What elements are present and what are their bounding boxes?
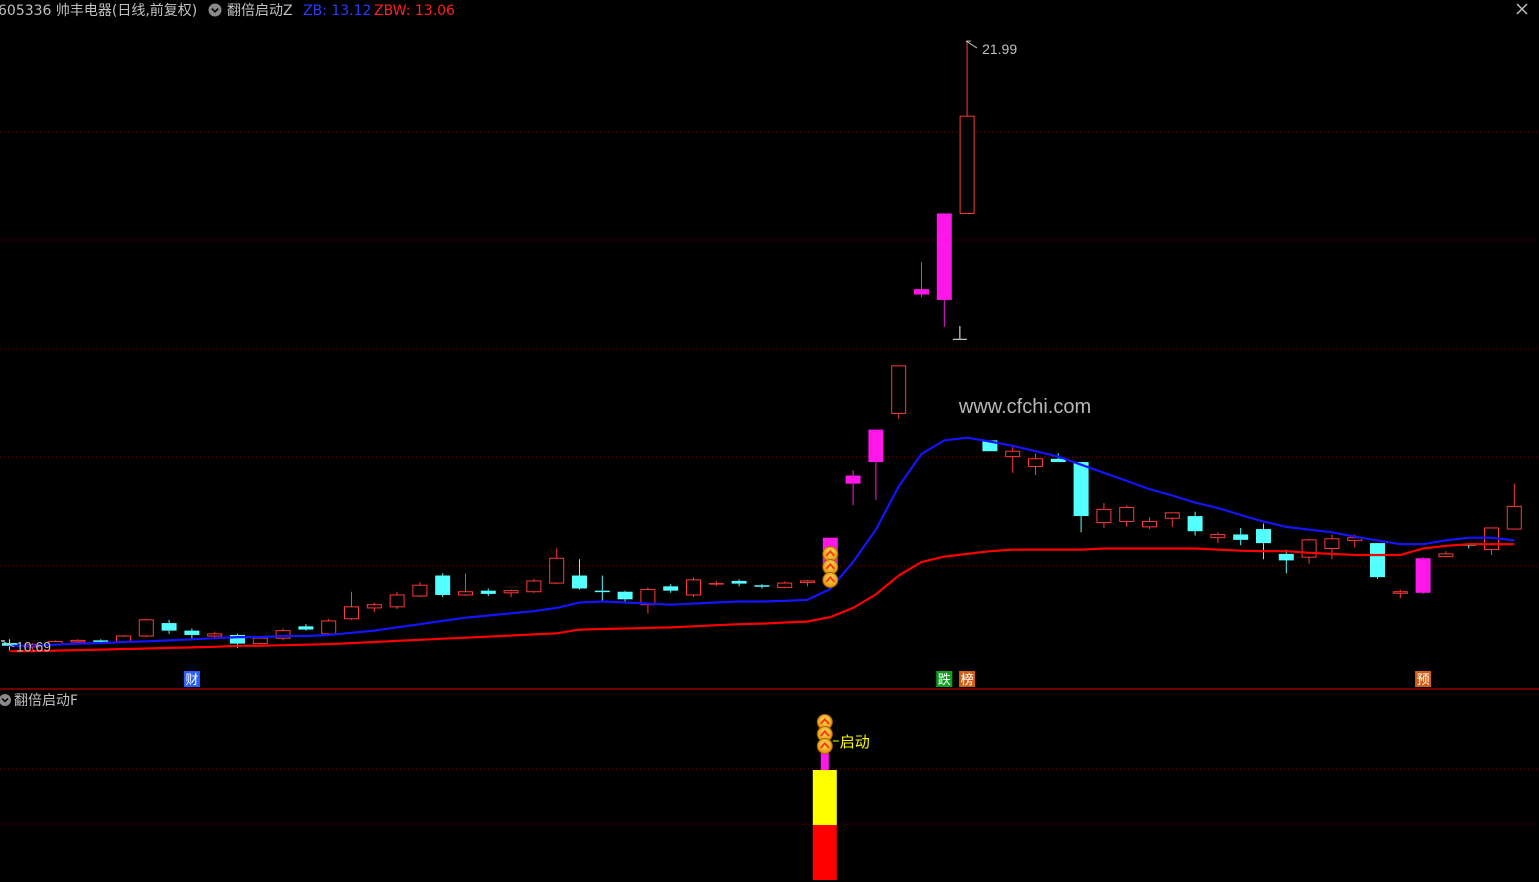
candle-body	[1415, 558, 1431, 593]
candle-body	[1142, 520, 1157, 528]
candle-body	[184, 630, 200, 635]
candle-body	[959, 115, 975, 214]
candle-body	[617, 591, 633, 600]
sub-settings-icon[interactable]	[0, 694, 11, 706]
candle-body	[1506, 505, 1522, 530]
stock-chart[interactable]: www.cfchi.com 财 跌榜 预 21.99 10.69 ⊥ 启动 605336…	[0, 0, 1539, 882]
indicator-name: 翻倍启动Z	[227, 3, 293, 19]
event-tag[interactable]: 榜	[961, 672, 974, 688]
svg-text:翻倍启动Z: 翻倍启动Z	[227, 3, 293, 19]
candle-body	[1301, 539, 1317, 558]
candle-body	[800, 580, 815, 583]
candle-body	[549, 557, 565, 584]
candle-body	[93, 640, 109, 642]
svg-text:ZBW: 13.06: ZBW: 13.06	[374, 3, 455, 19]
indicator-panel-bars: 启动	[812, 714, 870, 880]
candle-body	[138, 619, 154, 637]
candle-body	[207, 633, 223, 637]
indicator-panel-grid	[0, 768, 1539, 825]
candle-body	[1210, 533, 1226, 539]
buy-signal-coins	[822, 546, 839, 588]
candlestick-series	[2, 41, 1522, 652]
candle-body	[458, 591, 473, 596]
candle-body	[298, 626, 314, 630]
coin-icon	[816, 738, 833, 754]
sub-indicator-name: 翻倍启动F	[14, 693, 78, 709]
candle-body	[845, 475, 861, 484]
candle-body	[663, 586, 679, 591]
candle-body	[914, 289, 929, 295]
candle-body	[1164, 512, 1180, 519]
event-tag[interactable]: 财	[185, 673, 198, 688]
coin-face	[816, 738, 833, 754]
candle-body	[777, 582, 793, 588]
signal-label: 启动	[840, 733, 870, 751]
candle-body	[594, 590, 610, 593]
signal-bar-yellow	[812, 770, 837, 825]
cross-marker: ⊥	[951, 321, 968, 345]
coin-face	[822, 572, 839, 588]
zbw-value: ZBW: 13.06	[374, 3, 455, 19]
low-label: 10.69	[16, 639, 51, 655]
candle-body	[1438, 553, 1454, 558]
candle-body	[1028, 458, 1043, 467]
candle-body	[754, 585, 770, 587]
candle-body	[1370, 543, 1385, 578]
event-tag[interactable]: 预	[1417, 673, 1430, 688]
zb-line	[9, 436, 1515, 647]
high-label: 21.99	[982, 41, 1017, 57]
candle-body	[1278, 553, 1294, 561]
event-tag[interactable]: 跌	[938, 672, 951, 688]
candle-body	[344, 606, 359, 620]
candle-body	[686, 579, 701, 596]
settings-icon[interactable]	[208, 3, 222, 17]
candle-body	[708, 583, 724, 585]
candle-body	[503, 590, 519, 594]
candle-body	[1096, 509, 1112, 524]
candle-body	[1119, 506, 1135, 522]
candle-body	[526, 580, 542, 593]
candle-body	[412, 584, 428, 597]
price-annotations: 21.99 10.69 ⊥	[0, 40, 1017, 655]
candle-body	[161, 623, 177, 631]
candle-body	[891, 365, 907, 414]
indicator-lines	[9, 436, 1515, 653]
candle-body	[1256, 529, 1271, 544]
candle-body	[731, 580, 747, 584]
candle-body	[435, 575, 451, 595]
watermark: www.cfchi.com	[958, 396, 1091, 418]
main-panel-grid	[0, 131, 1539, 567]
candle-body	[1233, 534, 1249, 540]
candle-body	[1073, 462, 1089, 517]
candle-body	[1392, 591, 1408, 594]
zb-value: ZB: 13.12	[303, 3, 371, 19]
candle-body	[1187, 516, 1203, 532]
signal-bar-red	[812, 825, 837, 880]
high-pointer	[965, 40, 978, 49]
svg-text:ZB: 13.12: ZB: 13.12	[303, 3, 371, 19]
candle-body	[389, 594, 405, 608]
candle-body	[868, 429, 884, 463]
candle-body	[480, 590, 496, 594]
candle-body	[366, 604, 382, 609]
candle-body	[116, 635, 131, 642]
event-tags: 财 跌榜 预	[183, 671, 1432, 688]
coin-icon	[822, 572, 839, 588]
candle-body	[70, 639, 86, 643]
candle-body	[936, 213, 952, 300]
close-icon[interactable]	[1516, 3, 1528, 15]
candle-body	[321, 620, 337, 635]
chart-title: 605336 帅丰电器(日线,前复权)	[0, 2, 197, 19]
candle-body	[1324, 538, 1340, 549]
candle-body	[1005, 450, 1021, 458]
candle-body	[252, 637, 268, 645]
header: 605336 帅丰电器(日线,前复权)	[0, 2, 197, 19]
candle-body	[572, 575, 587, 589]
